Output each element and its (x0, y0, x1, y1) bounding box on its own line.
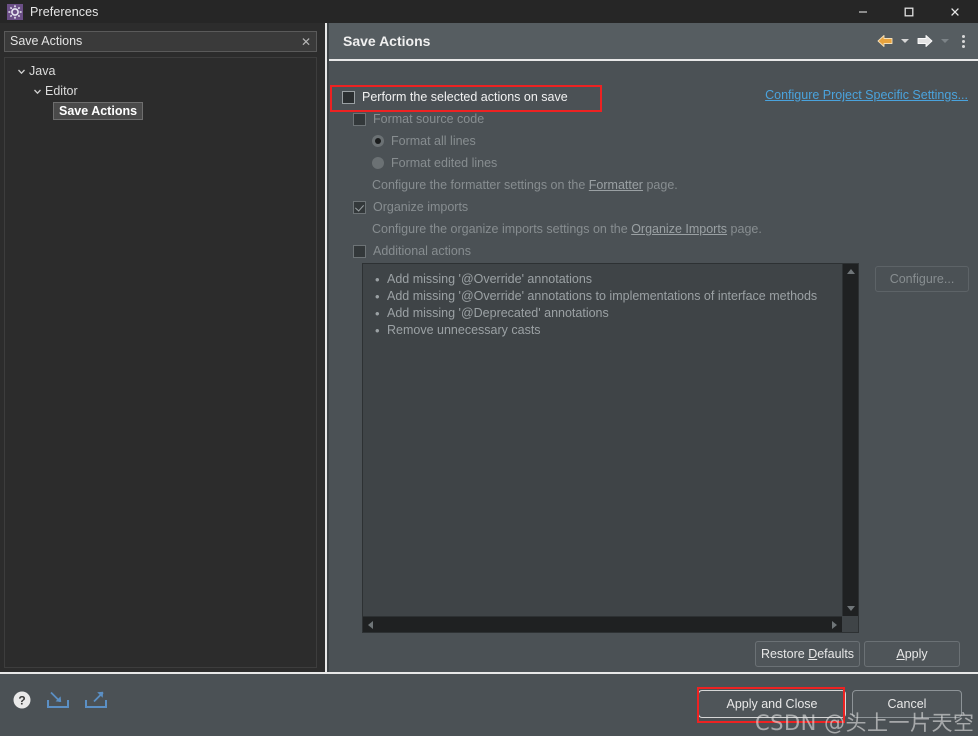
format-source-row: Format source code (353, 112, 484, 126)
list-item-label: Add missing '@Override' annotations to i… (387, 289, 818, 303)
tree-item-java[interactable]: Java (5, 61, 316, 81)
scrollbar-corner (842, 616, 858, 632)
vertical-scrollbar[interactable] (842, 264, 858, 616)
page-toolbar (876, 23, 972, 59)
window-title: Preferences (30, 4, 99, 19)
tree-item-label: Java (29, 64, 56, 78)
configure-button: Configure... (875, 266, 969, 292)
restore-defaults-button[interactable]: Restore Defaults (755, 641, 860, 667)
list-item: • Remove unnecessary casts (375, 322, 842, 339)
apply-label: Apply (896, 647, 928, 661)
organize-imports-label: Organize imports (373, 200, 469, 214)
bullet-icon: • (375, 289, 380, 304)
format-edited-lines-label: Format edited lines (391, 156, 498, 170)
formatter-link: Formatter (588, 178, 643, 192)
format-all-lines-label: Format all lines (391, 134, 476, 148)
tree-item-editor[interactable]: Editor (5, 81, 316, 101)
format-all-lines-radio (372, 135, 384, 147)
page-header: Save Actions (329, 23, 978, 61)
apply-and-close-button[interactable]: Apply and Close (698, 690, 846, 718)
format-source-label: Format source code (373, 112, 485, 126)
preferences-dialog: Preferences Save Actions ✕ Java Editor S… (0, 0, 978, 736)
formatter-hint-suffix: page. (646, 178, 678, 192)
list-item-label: Add missing '@Deprecated' annotations (387, 306, 609, 320)
project-settings-link-row: Configure Project Specific Settings... (765, 87, 968, 102)
format-edited-lines-row: Format edited lines (372, 156, 497, 170)
back-arrow-icon[interactable] (876, 28, 894, 54)
kebab-menu-icon[interactable] (962, 34, 965, 48)
configure-project-specific-settings-link[interactable]: Configure Project Specific Settings... (765, 88, 968, 102)
formatter-hint-row: Configure the formatter settings on the … (372, 178, 678, 192)
organize-hint-suffix: page. (730, 222, 762, 236)
horizontal-scrollbar[interactable] (363, 616, 842, 632)
window-controls (840, 0, 978, 23)
scroll-down-arrow-icon[interactable] (847, 606, 855, 611)
list-item: • Add missing '@Override' annotations to… (375, 288, 842, 305)
filter-box[interactable]: Save Actions ✕ (4, 31, 317, 52)
organize-imports-row: Organize imports (353, 200, 468, 214)
perform-on-save-label: Perform the selected actions on save (362, 90, 568, 104)
forward-arrow-icon[interactable] (916, 28, 934, 54)
bullet-icon: • (375, 323, 380, 338)
chevron-down-icon[interactable] (13, 67, 29, 76)
preferences-tree[interactable]: Java Editor Save Actions (4, 57, 317, 668)
additional-actions-label: Additional actions (373, 244, 471, 258)
perform-on-save-checkbox[interactable] (342, 90, 355, 104)
additional-actions-checkbox (353, 244, 366, 258)
list-item: • Add missing '@Override' annotations (375, 271, 842, 288)
apply-button[interactable]: Apply (864, 641, 960, 667)
format-all-lines-row: Format all lines (372, 134, 476, 148)
cancel-button[interactable]: Cancel (852, 690, 962, 718)
list-item-label: Remove unnecessary casts (387, 323, 541, 337)
format-edited-lines-radio (372, 157, 384, 169)
title-bar: Preferences (0, 0, 978, 23)
tree-item-save-actions[interactable]: Save Actions (5, 101, 316, 121)
list-content: • Add missing '@Override' annotations • … (363, 264, 842, 616)
tree-item-label: Save Actions (53, 102, 144, 120)
organize-imports-hint-row: Configure the organize imports settings … (372, 222, 762, 236)
maximize-button[interactable] (886, 0, 932, 23)
back-history-chevron-down-icon[interactable] (901, 39, 909, 43)
tree-item-label: Editor (45, 84, 78, 98)
organize-imports-checkbox (353, 200, 366, 214)
bullet-icon: • (375, 272, 380, 287)
additional-actions-list[interactable]: • Add missing '@Override' annotations • … (362, 263, 859, 633)
bullet-icon: • (375, 306, 380, 321)
forward-history-chevron-down-icon (941, 39, 949, 43)
page-title: Save Actions (343, 33, 431, 49)
import-icon[interactable] (46, 690, 70, 713)
footer-icons: ? (12, 690, 108, 713)
export-icon[interactable] (84, 690, 108, 713)
scroll-left-arrow-icon[interactable] (368, 621, 373, 629)
organize-imports-link: Organize Imports (631, 222, 728, 236)
scroll-right-arrow-icon[interactable] (832, 621, 837, 629)
close-button[interactable] (932, 0, 978, 23)
organize-hint-prefix: Configure the organize imports settings … (372, 222, 628, 236)
formatter-hint-prefix: Configure the formatter settings on the (372, 178, 586, 192)
chevron-down-icon[interactable] (29, 87, 45, 96)
list-item-label: Add missing '@Override' annotations (387, 272, 593, 286)
clear-filter-icon[interactable]: ✕ (296, 36, 316, 48)
restore-defaults-label: Restore Defaults (760, 647, 855, 661)
minimize-button[interactable] (840, 0, 886, 23)
search-input[interactable]: Save Actions (5, 35, 296, 48)
additional-actions-row: Additional actions (353, 244, 471, 258)
perform-on-save-row[interactable]: Perform the selected actions on save (342, 90, 568, 104)
list-item: • Add missing '@Deprecated' annotations (375, 305, 842, 322)
svg-text:?: ? (18, 694, 25, 708)
sidebar: Save Actions ✕ Java Editor Save Actions (0, 23, 327, 672)
help-question-icon[interactable]: ? (12, 690, 32, 713)
preferences-gear-icon (7, 3, 23, 20)
format-source-checkbox (353, 112, 366, 126)
scroll-up-arrow-icon[interactable] (847, 269, 855, 274)
